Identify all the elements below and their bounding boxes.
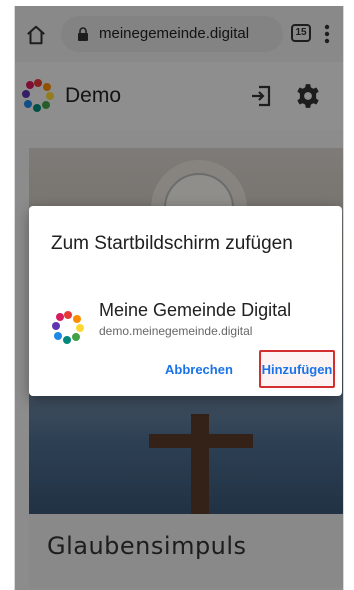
dialog-app-name: Meine Gemeinde Digital [99, 300, 292, 320]
dialog-title: Zum Startbildschirm zufügen [51, 233, 293, 254]
add-to-homescreen-dialog: Zum Startbildschirm zufügen Meine Gemein… [29, 206, 342, 396]
dialog-app-url: demo.meinegemeinde.digital [99, 324, 253, 338]
phone-screen: meinegemeinde.digital 15 Demo Glaubensim… [14, 6, 344, 590]
app-logo-icon [52, 311, 84, 344]
add-button[interactable]: Hinzufügen [259, 350, 335, 388]
cancel-button[interactable]: Abbrechen [165, 361, 233, 379]
